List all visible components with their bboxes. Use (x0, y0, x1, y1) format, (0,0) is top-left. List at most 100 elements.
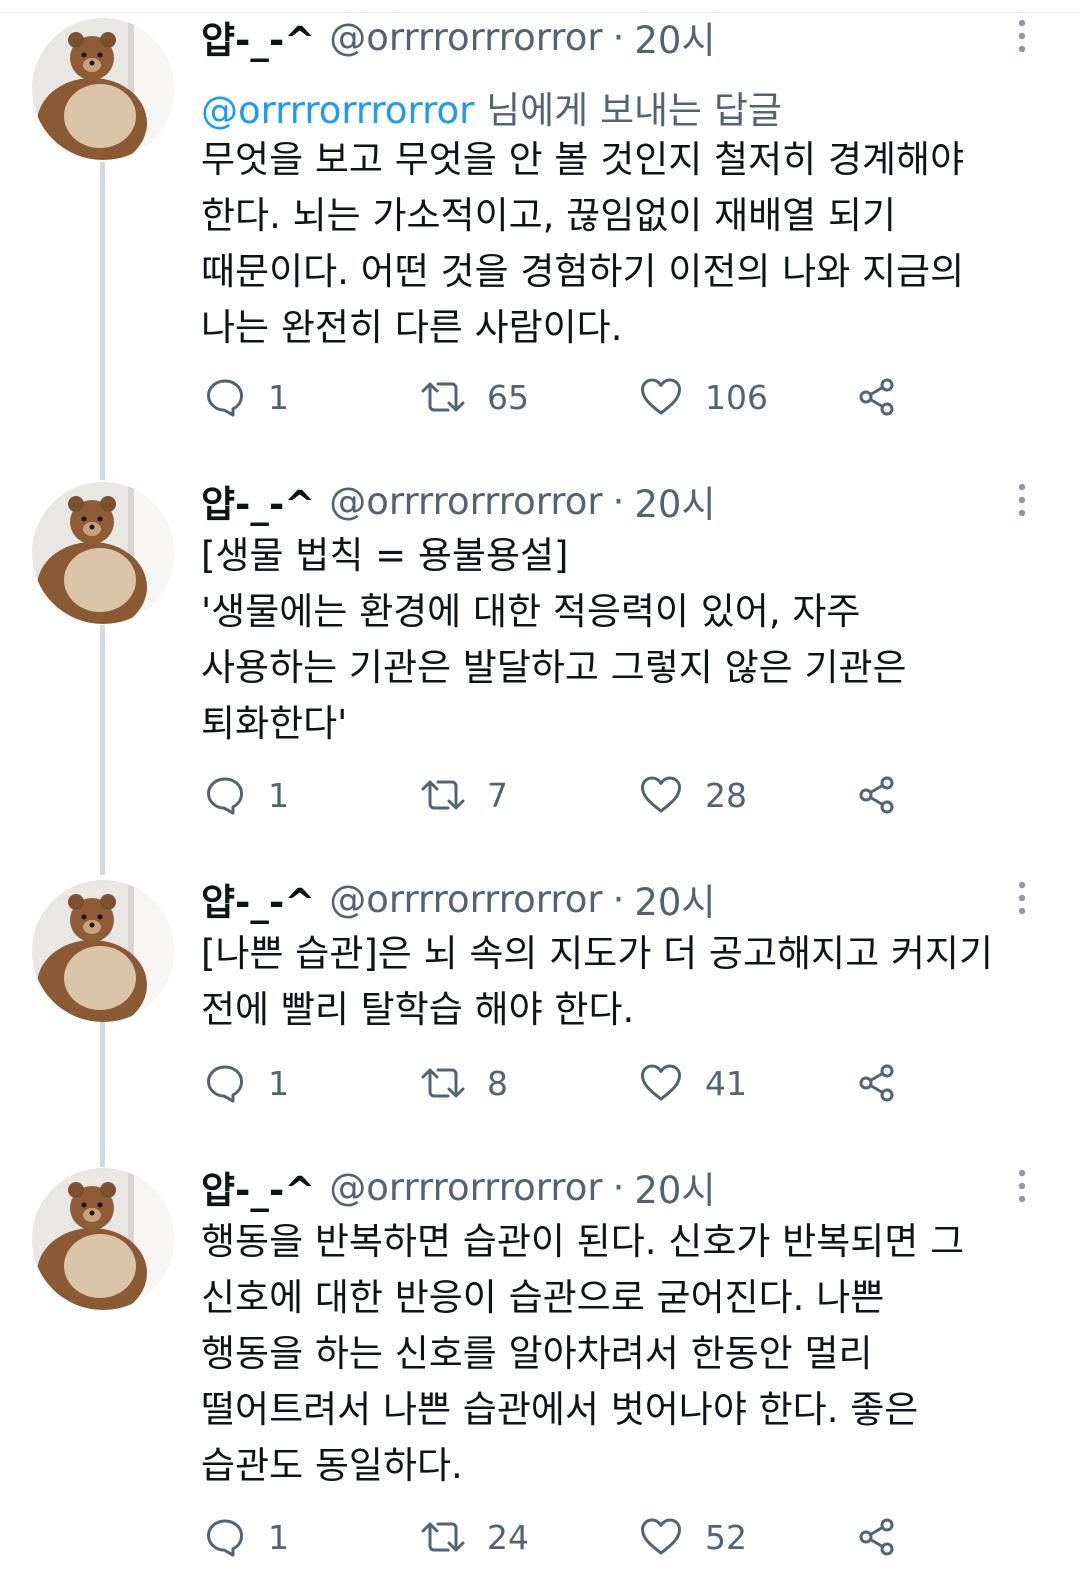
tweet-header: 얍-_-^ @orrrrorrrorror · 20시 (201, 1160, 715, 1214)
tweet-text: [생물 법칙 = 용불용설] '생물에는 환경에 대한 적응력이 있어, 자주 … (201, 528, 1051, 752)
like-button[interactable]: 28 (639, 770, 747, 820)
like-button[interactable]: 106 (639, 372, 768, 422)
retweet-button[interactable]: 65 (419, 372, 529, 422)
like-button[interactable]: 52 (639, 1512, 747, 1562)
share-icon (859, 1518, 894, 1556)
retweet-count: 65 (487, 377, 529, 417)
replying-to: @orrrrorrrorror 님에게 보내는 답글 (201, 80, 782, 134)
retweet-count: 24 (487, 1517, 529, 1557)
display-name[interactable]: 얍-_-^ (201, 1160, 315, 1214)
display-name[interactable]: 얍-_-^ (201, 872, 315, 926)
share-button[interactable] (856, 1058, 898, 1108)
tweet-text-line: 신호에 대한 반응이 습관으로 굳어진다. 나쁜 (201, 1276, 885, 1319)
user-handle[interactable]: @orrrrorrrorror (329, 480, 602, 523)
retweet-icon (421, 780, 465, 810)
reply-button[interactable]: 1 (204, 770, 289, 820)
tweet[interactable]: 얍-_-^ @orrrrorrrorror · 20시 [생물 법칙 = 용불용… (0, 476, 1080, 856)
retweet-icon (421, 1522, 465, 1552)
tweet-actions: 1 8 41 (201, 1058, 921, 1108)
share-button[interactable] (856, 1512, 898, 1562)
avatar[interactable] (32, 482, 174, 624)
avatar[interactable] (32, 1168, 174, 1310)
more-vertical-icon[interactable] (1012, 1166, 1032, 1206)
timestamp[interactable]: 20시 (634, 1160, 715, 1214)
heart-icon (641, 378, 681, 415)
reply-to-label: 님에게 보내는 답글 (474, 89, 782, 132)
tweet-text-line: 습관도 동일하다. (201, 1444, 463, 1487)
tweet-text: 행동을 반복하면 습관이 된다. 신호가 반복되면 그 신호에 대한 반응이 습… (201, 1214, 1051, 1494)
like-button[interactable]: 41 (639, 1058, 747, 1108)
timestamp[interactable]: 20시 (634, 10, 715, 64)
separator-dot: · (612, 15, 625, 59)
timestamp[interactable]: 20시 (634, 474, 715, 528)
avatar[interactable] (32, 880, 174, 1022)
like-count: 106 (705, 377, 768, 417)
display-name[interactable]: 얍-_-^ (201, 10, 315, 64)
retweet-count: 8 (487, 1063, 508, 1103)
retweet-button[interactable]: 24 (419, 1512, 529, 1562)
tweet-text-line: 무엇을 보고 무엇을 안 볼 것인지 철저히 경계해야 (201, 138, 965, 181)
tweet-header: 얍-_-^ @orrrrorrrorror · 20시 (201, 10, 715, 64)
tweet-text-line: 행동을 하는 신호를 알아차려서 한동안 멀리 (201, 1332, 873, 1375)
retweet-icon (421, 382, 465, 412)
share-button[interactable] (856, 372, 898, 422)
separator-dot: · (612, 479, 625, 523)
tweet-text-line: 떨어트려서 나쁜 습관에서 벗어나야 한다. 좋은 (201, 1388, 919, 1431)
tweet-header: 얍-_-^ @orrrrorrrorror · 20시 (201, 474, 715, 528)
reply-button[interactable]: 1 (204, 372, 289, 422)
tweet-text-line: [나쁜 습관]은 뇌 속의 지도가 더 공고해지고 커지기 (201, 932, 993, 975)
reply-button[interactable]: 1 (204, 1058, 289, 1108)
avatar[interactable] (32, 18, 174, 160)
timestamp[interactable]: 20시 (634, 872, 715, 926)
tweet-text-line: 전에 빨리 탈학습 해야 한다. (201, 988, 635, 1031)
reply-icon (207, 379, 243, 417)
like-count: 41 (705, 1063, 747, 1103)
tweet[interactable]: 얍-_-^ @orrrrorrrorror · 20시 행동을 반복하면 습관이… (0, 1162, 1080, 1574)
like-count: 28 (705, 775, 747, 815)
tweet-text-line: 사용하는 기관은 발달하고 그렇지 않은 기관은 (201, 646, 907, 689)
tweet-text: [나쁜 습관]은 뇌 속의 지도가 더 공고해지고 커지기 전에 빨리 탈학습 … (201, 926, 1051, 1038)
more-vertical-icon[interactable] (1012, 480, 1032, 520)
reply-count: 1 (268, 1063, 289, 1103)
share-icon (859, 1064, 894, 1102)
tweet-text-line: [생물 법칙 = 용불용설] (201, 534, 569, 577)
tweet-text-line: 행동을 반복하면 습관이 된다. 신호가 반복되면 그 (201, 1220, 965, 1263)
separator-dot: · (612, 877, 625, 921)
tweet-header: 얍-_-^ @orrrrorrrorror · 20시 (201, 872, 715, 926)
display-name[interactable]: 얍-_-^ (201, 474, 315, 528)
user-handle[interactable]: @orrrrorrrorror (329, 878, 602, 921)
reply-icon (207, 777, 243, 815)
tweet-text-line: '생물에는 환경에 대한 적응력이 있어, 자주 (201, 590, 861, 633)
heart-icon (641, 1518, 681, 1555)
tweet[interactable]: 얍-_-^ @orrrrorrrorror · 20시 [나쁜 습관]은 뇌 속… (0, 874, 1080, 1134)
tweet-text: 무엇을 보고 무엇을 안 볼 것인지 철저히 경계해야 한다. 뇌는 가소적이고… (201, 132, 1051, 356)
reply-count: 1 (268, 377, 289, 417)
user-handle[interactable]: @orrrrorrrorror (329, 1166, 602, 1209)
reply-count: 1 (268, 775, 289, 815)
tweet-actions: 1 65 106 (201, 372, 921, 422)
tweet-text-line: 때문이다. 어떤 것을 경험하기 이전의 나와 지금의 (201, 250, 965, 293)
teddy-bear-avatar-icon (32, 880, 174, 1022)
retweet-icon (421, 1068, 465, 1098)
more-vertical-icon[interactable] (1012, 16, 1032, 56)
reply-button[interactable]: 1 (204, 1512, 289, 1562)
more-vertical-icon[interactable] (1012, 878, 1032, 918)
tweet-text-line: 나는 완전히 다른 사람이다. (201, 306, 623, 349)
reply-mention-link[interactable]: @orrrrorrrorror (201, 89, 474, 132)
heart-icon (641, 1064, 681, 1101)
teddy-bear-avatar-icon (32, 1168, 174, 1310)
tweet[interactable]: 얍-_-^ @orrrrorrrorror · 20시 @orrrrorrror… (0, 12, 1080, 462)
share-icon (859, 378, 894, 416)
retweet-count: 7 (487, 775, 508, 815)
teddy-bear-avatar-icon (32, 18, 174, 160)
user-handle[interactable]: @orrrrorrrorror (329, 16, 602, 59)
like-count: 52 (705, 1517, 747, 1557)
reply-count: 1 (268, 1517, 289, 1557)
separator-dot: · (612, 1165, 625, 1209)
retweet-button[interactable]: 8 (419, 1058, 508, 1108)
reply-icon (207, 1065, 243, 1103)
tweet-actions: 1 24 52 (201, 1512, 921, 1562)
retweet-button[interactable]: 7 (419, 770, 508, 820)
tweet-actions: 1 7 28 (201, 770, 921, 820)
share-button[interactable] (856, 770, 898, 820)
